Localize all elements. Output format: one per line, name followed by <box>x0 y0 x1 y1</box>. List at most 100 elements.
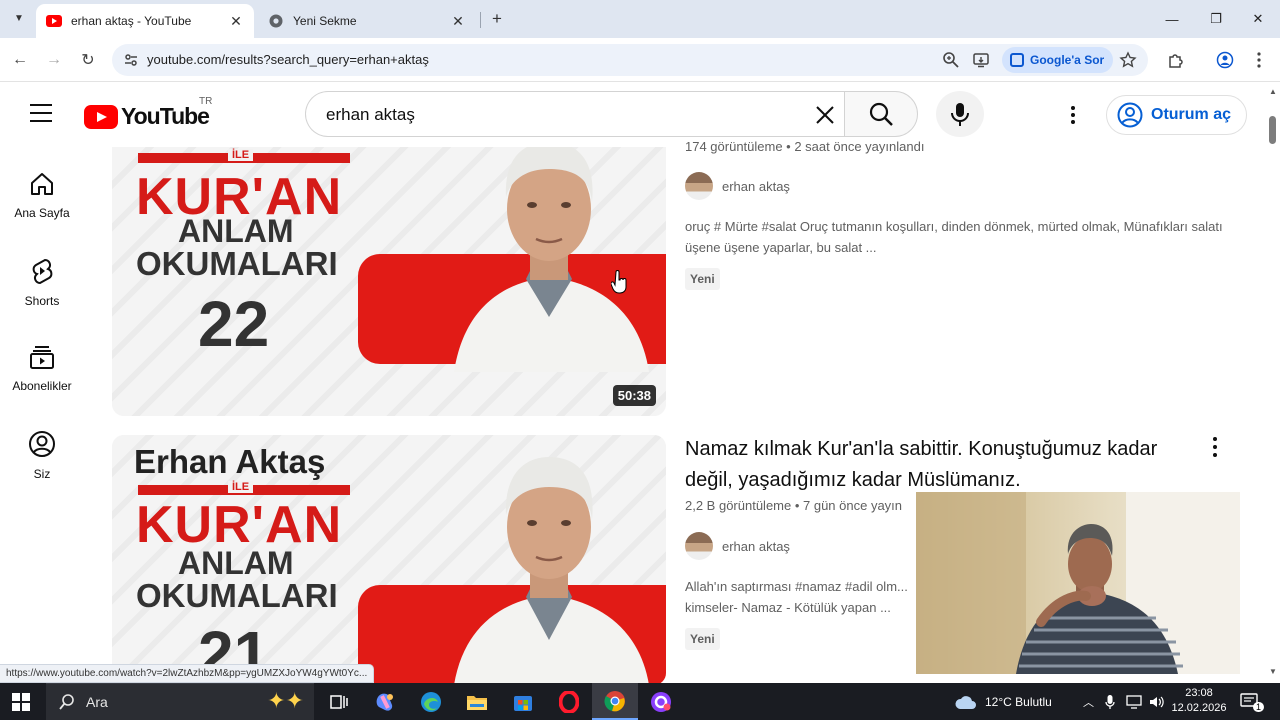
home-icon <box>31 173 53 195</box>
new-tab-plus-icon[interactable]: + <box>486 8 508 30</box>
youtube-masthead: YouTube TR erhan aktaş Oturum aç <box>0 83 1280 147</box>
account-icon <box>1117 102 1143 128</box>
guide-item-subscriptions[interactable]: Abonelikler <box>4 322 80 396</box>
microphone-tray-icon[interactable] <box>1105 683 1115 720</box>
url-text[interactable]: youtube.com/results?search_query=erhan+a… <box>147 52 429 67</box>
file-explorer-icon[interactable] <box>454 683 500 720</box>
tab-search-chevron-icon[interactable]: ▼ <box>8 7 30 29</box>
windows-taskbar: Ara ✦✦ 12°C Bulutlu ︿ 23:08 12.02.2026 1 <box>0 683 1280 720</box>
taskbar-search-label: Ara <box>86 694 108 710</box>
chrome-browser-icon[interactable] <box>592 683 638 720</box>
ask-google-button[interactable]: Google'a Sor <box>1002 47 1114 73</box>
chrome-menu-icon[interactable] <box>1248 49 1270 71</box>
video-metadata: 2,2 B görüntüleme • 7 gün önce yayın <box>685 498 903 513</box>
video-thumbnail[interactable]: İLE KUR'AN ANLAM OKUMALARI 22 50:38 <box>112 147 666 416</box>
restore-icon[interactable]: ❐ <box>1194 0 1238 38</box>
search-button[interactable] <box>844 91 918 137</box>
search-query-text[interactable]: erhan aktaş <box>326 105 415 125</box>
guide-label: Abonelikler <box>12 379 72 393</box>
tab-title: Yeni Sekme <box>293 14 357 28</box>
channel-link[interactable]: erhan aktaş <box>685 172 790 200</box>
webcam-person-image <box>916 492 1240 674</box>
voice-search-button[interactable] <box>936 91 984 137</box>
screen-recorder-icon[interactable] <box>638 683 684 720</box>
taskbar-clock[interactable]: 23:08 12.02.2026 <box>1168 686 1230 716</box>
cloud-icon <box>955 695 976 709</box>
video-thumbnail[interactable]: Erhan Aktaş İLE KUR'AN ANLAM OKUMALARI 2… <box>112 435 666 685</box>
clock-time: 23:08 <box>1185 687 1213 699</box>
guide-menu-icon[interactable] <box>30 104 52 122</box>
channel-avatar[interactable] <box>685 532 713 560</box>
scroll-up-icon[interactable]: ▲ <box>1269 87 1277 96</box>
reload-icon[interactable]: ↻ <box>76 48 100 72</box>
copilot-icon[interactable] <box>362 683 408 720</box>
settings-menu-icon[interactable] <box>1062 103 1084 127</box>
tab-title: erhan aktaş - YouTube <box>71 14 192 28</box>
tab-close-icon[interactable]: ✕ <box>450 13 466 30</box>
clear-search-icon[interactable] <box>813 103 837 127</box>
guide-item-shorts[interactable]: Shorts <box>4 235 80 309</box>
site-info-icon[interactable] <box>122 51 140 69</box>
hand-cursor-icon <box>611 270 627 294</box>
channel-name[interactable]: erhan aktaş <box>722 179 790 194</box>
zoom-icon[interactable] <box>942 51 960 69</box>
search-input[interactable]: erhan aktaş <box>305 91 845 137</box>
profile-icon[interactable] <box>1214 49 1236 71</box>
tab-youtube[interactable]: erhan aktaş - YouTube ✕ <box>36 4 254 38</box>
minimize-icon[interactable]: — <box>1150 0 1194 38</box>
sign-in-label: Oturum aç <box>1151 106 1232 123</box>
windows-start-icon[interactable] <box>12 693 30 711</box>
channel-avatar[interactable] <box>685 172 713 200</box>
forward-arrow-icon[interactable]: → <box>42 48 66 72</box>
notification-center-icon[interactable]: 1 <box>1240 683 1265 720</box>
page-scrollbar[interactable]: ▲ ▼ <box>1266 83 1280 683</box>
guide-label: Ana Sayfa <box>14 206 70 220</box>
sign-in-button[interactable]: Oturum aç <box>1106 95 1247 135</box>
youtube-logo[interactable]: YouTube TR <box>84 96 212 130</box>
guide-item-you[interactable]: Siz <box>4 408 80 482</box>
guide-item-home[interactable]: Ana Sayfa <box>4 149 80 223</box>
video-duration: 50:38 <box>612 385 656 406</box>
thumb-brand-text: Erhan Aktaş <box>134 443 326 480</box>
browser-tabstrip: ▼ erhan aktaş - YouTube ✕ Yeni Sekme ✕ +… <box>0 0 1280 38</box>
address-bar[interactable]: youtube.com/results?search_query=erhan+a… <box>112 44 1148 76</box>
thumb-okumalari-text: OKUMALARI <box>136 577 338 614</box>
tab-close-icon[interactable]: ✕ <box>228 13 244 30</box>
youtube-play-icon <box>84 104 118 129</box>
task-view-icon[interactable] <box>316 683 362 720</box>
edge-browser-icon[interactable] <box>408 683 454 720</box>
taskbar-search-box[interactable]: Ara ✦✦ <box>46 683 314 720</box>
volume-icon[interactable] <box>1149 683 1165 720</box>
notification-count-badge: 1 <box>1253 702 1265 712</box>
thumb-okumalari-text: OKUMALARI <box>136 245 338 282</box>
window-close-icon[interactable]: ✕ <box>1236 0 1280 38</box>
tab-new-tab[interactable]: Yeni Sekme ✕ <box>258 4 476 38</box>
new-badge: Yeni <box>685 628 720 650</box>
video-action-menu-icon[interactable] <box>1207 437 1223 457</box>
scroll-down-icon[interactable]: ▼ <box>1269 667 1277 676</box>
scrollbar-thumb[interactable] <box>1269 116 1276 144</box>
weather-widget[interactable]: 12°C Bulutlu <box>954 683 1052 720</box>
guide-label: Shorts <box>24 294 60 308</box>
channel-link[interactable]: erhan aktaş <box>685 532 790 560</box>
channel-name[interactable]: erhan aktaş <box>722 539 790 554</box>
youtube-logo-text: YouTube <box>121 103 210 129</box>
presenter-portrait-image <box>454 147 649 372</box>
video-description-snippet: oruç # Mürte #salat Oruç tutmanın koşull… <box>685 219 1223 255</box>
back-arrow-icon[interactable]: ← <box>8 48 32 72</box>
extensions-puzzle-icon[interactable] <box>1165 49 1187 71</box>
opera-browser-icon[interactable] <box>546 683 592 720</box>
install-app-icon[interactable] <box>972 51 990 69</box>
weather-text: 12°C Bulutlu <box>985 694 1052 709</box>
microsoft-store-icon[interactable] <box>500 683 546 720</box>
link-preview-status-bar: https://www.youtube.com/watch?v=2lwZtAzh… <box>0 664 375 683</box>
chrome-favicon-icon <box>268 13 284 29</box>
video-title[interactable]: Namaz kılmak Kur'an'la sabittir. Konuştu… <box>685 434 1195 496</box>
search-icon <box>59 694 74 710</box>
search-icon <box>869 102 893 126</box>
network-icon[interactable] <box>1126 683 1142 720</box>
thumb-ile-bar: İLE <box>138 149 350 163</box>
bookmark-star-icon[interactable] <box>1119 51 1137 69</box>
show-hidden-icons-chevron-icon[interactable]: ︿ <box>1083 683 1094 720</box>
video-metadata: 174 görüntüleme • 2 saat önce yayınlandı <box>685 139 925 154</box>
